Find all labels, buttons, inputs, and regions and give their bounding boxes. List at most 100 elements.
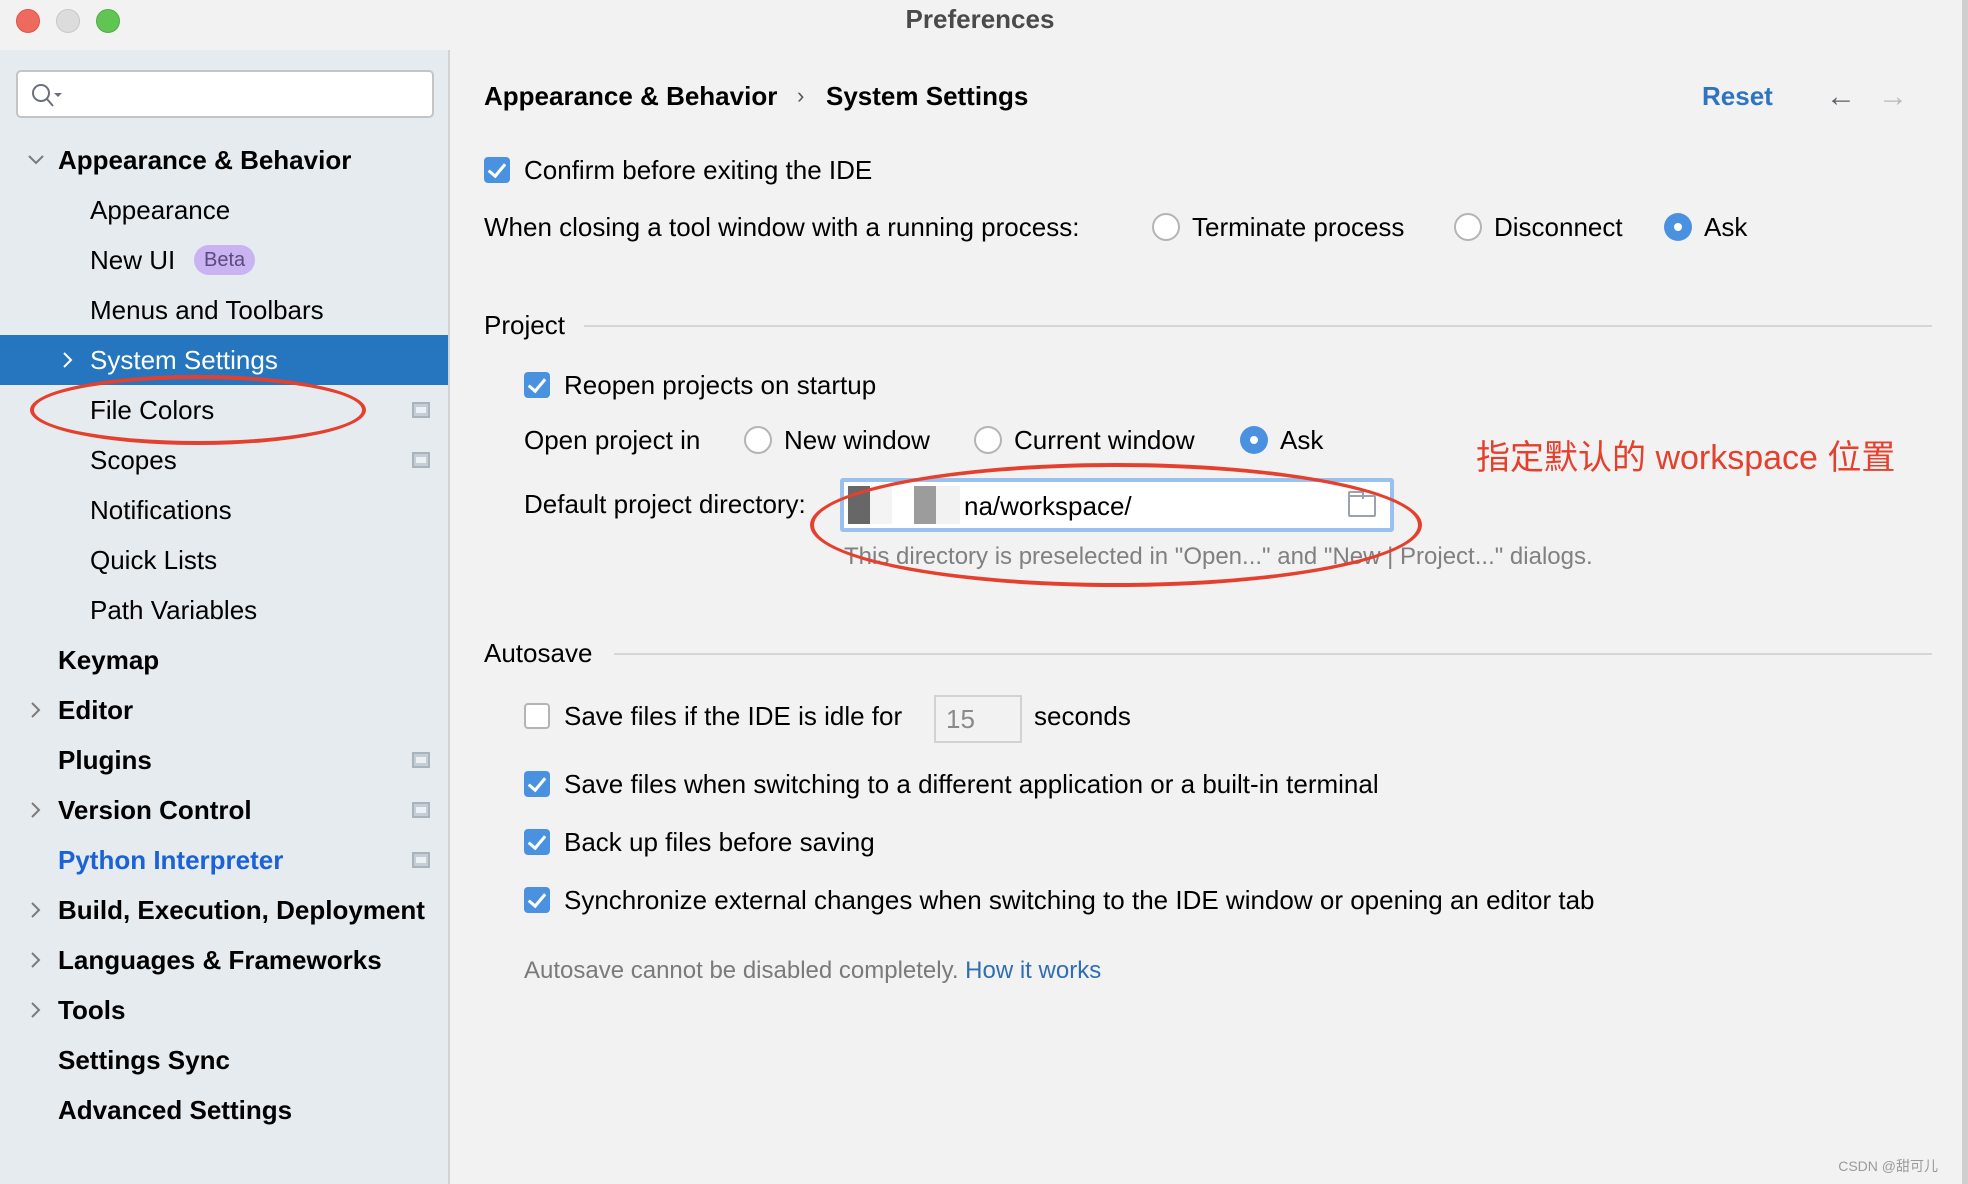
sidebar-item-label: Path Variables (90, 595, 258, 625)
reopen-projects-checkbox[interactable] (524, 372, 550, 398)
reset-button[interactable]: Reset (1702, 78, 1773, 114)
beta-badge: Beta (194, 245, 256, 275)
sidebar-item-notifications[interactable]: Notifications (0, 485, 448, 535)
chevron-right-icon[interactable] (26, 800, 46, 820)
terminate-process-label: Terminate process (1192, 212, 1405, 242)
title-bar: Preferences (0, 0, 1968, 50)
ask-radio[interactable] (1664, 213, 1692, 241)
chevron-right-icon[interactable] (26, 1000, 46, 1020)
save-switching-checkbox[interactable] (524, 771, 550, 797)
sidebar-item-label: Settings Sync (58, 1045, 230, 1075)
sidebar-item-keymap[interactable]: Keymap (0, 635, 448, 685)
sidebar-item-label: Appearance & Behavior (58, 145, 352, 175)
disconnect-label: Disconnect (1494, 212, 1623, 242)
sidebar-item-new-ui[interactable]: New UI Beta (0, 235, 448, 285)
sidebar-item-label: Languages & Frameworks (58, 945, 382, 975)
project-level-icon (412, 402, 430, 418)
sidebar-item-advanced-settings[interactable]: Advanced Settings (0, 1085, 448, 1135)
new-window-radio[interactable] (744, 426, 772, 454)
sidebar-item-path-variables[interactable]: Path Variables (0, 585, 448, 635)
breadcrumb-current: System Settings (826, 81, 1029, 111)
sidebar-item-label: Version Control (58, 795, 252, 825)
open-ask-radio[interactable] (1240, 426, 1268, 454)
chevron-right-icon[interactable] (26, 950, 46, 970)
watermark: CSDN @甜可儿 (1838, 1158, 1938, 1174)
sync-external-checkbox[interactable] (524, 887, 550, 913)
chevron-right-icon[interactable] (26, 900, 46, 920)
disconnect-radio[interactable] (1454, 213, 1482, 241)
breadcrumb-parent[interactable]: Appearance & Behavior (484, 78, 777, 114)
idle-seconds-input[interactable]: 15 (934, 695, 1022, 743)
closing-tool-window-label: When closing a tool window with a runnin… (484, 212, 1080, 242)
project-level-icon (412, 852, 430, 868)
settings-sidebar: Appearance & Behavior Appearance New UI Bet… (0, 50, 450, 1184)
chevron-down-icon[interactable] (26, 150, 46, 170)
save-switching-label: Save files when switching to a different… (564, 769, 1379, 799)
default-directory-input[interactable]: na/workspace/ (840, 478, 1394, 532)
seconds-label: seconds (1034, 701, 1131, 731)
sidebar-item-label: File Colors (90, 395, 215, 425)
save-idle-checkbox[interactable] (524, 703, 550, 729)
sidebar-item-plugins[interactable]: Plugins (0, 735, 448, 785)
sidebar-item-label: Scopes (90, 445, 177, 475)
sidebar-item-label: System Settings (90, 345, 278, 375)
sidebar-item-label: Editor (58, 695, 134, 725)
open-project-in-label: Open project in (524, 425, 701, 455)
terminate-process-radio[interactable] (1152, 213, 1180, 241)
default-directory-hint: This directory is preselected in "Open..… (844, 543, 1593, 570)
chevron-right-icon[interactable] (26, 700, 46, 720)
sidebar-item-system-settings[interactable]: System Settings (0, 335, 448, 385)
sidebar-item-python-interpreter[interactable]: Python Interpreter (0, 835, 448, 885)
sidebar-item-label: Appearance (90, 195, 231, 225)
sidebar-item-quick-lists[interactable]: Quick Lists (0, 535, 448, 585)
forward-arrow-icon[interactable]: → (1878, 82, 1908, 112)
autosave-section-title: Autosave (484, 638, 593, 668)
sidebar-item-label: Build, Execution, Deployment (58, 895, 425, 925)
backup-checkbox[interactable] (524, 829, 550, 855)
sidebar-item-label: Keymap (58, 645, 160, 675)
breadcrumb-separator: › (797, 83, 805, 108)
project-level-icon (412, 802, 430, 818)
sidebar-item-appearance[interactable]: Appearance (0, 185, 448, 235)
project-section-divider (584, 325, 1932, 327)
sidebar-item-menus-and-toolbars[interactable]: Menus and Toolbars (0, 285, 448, 335)
sidebar-item-settings-sync[interactable]: Settings Sync (0, 1035, 448, 1085)
confirm-exit-checkbox[interactable] (484, 157, 510, 183)
window-title: Preferences (905, 4, 1055, 34)
sidebar-item-label: Quick Lists (90, 545, 218, 575)
default-directory-value: na/workspace/ (964, 491, 1132, 521)
default-directory-label: Default project directory: (524, 489, 806, 519)
sidebar-item-appearance-behavior[interactable]: Appearance & Behavior (0, 135, 448, 185)
autosave-footnote-text: Autosave cannot be disabled completely. (524, 957, 959, 984)
current-window-radio[interactable] (974, 426, 1002, 454)
sidebar-item-languages-frameworks[interactable]: Languages & Frameworks (0, 935, 448, 985)
folder-icon[interactable] (1348, 491, 1376, 517)
back-arrow-icon[interactable]: ← (1826, 82, 1856, 112)
sidebar-item-scopes[interactable]: Scopes (0, 435, 448, 485)
sidebar-item-label: Notifications (90, 495, 232, 525)
sidebar-item-label: New UI (90, 245, 176, 275)
window-edge (1962, 0, 1968, 1184)
chevron-right-icon[interactable] (58, 350, 78, 370)
autosave-footnote: Autosave cannot be disabled completely. … (524, 954, 1101, 988)
sync-external-label: Synchronize external changes when switch… (564, 885, 1595, 915)
sidebar-item-editor[interactable]: Editor (0, 685, 448, 735)
sidebar-item-tools[interactable]: Tools (0, 985, 448, 1035)
sidebar-item-label: Tools (58, 995, 126, 1025)
sidebar-item-label: Menus and Toolbars (90, 295, 324, 325)
sidebar-item-label: Plugins (58, 745, 152, 775)
how-it-works-link[interactable]: How it works (965, 957, 1101, 984)
new-window-label: New window (784, 425, 930, 455)
reopen-projects-label: Reopen projects on startup (564, 370, 877, 400)
project-level-icon (412, 452, 430, 468)
search-icon (32, 84, 62, 107)
sidebar-item-build-execution-deployment[interactable]: Build, Execution, Deployment (0, 885, 448, 935)
open-ask-label: Ask (1280, 425, 1324, 455)
sidebar-item-label: Python Interpreter (58, 845, 284, 875)
redacted-path-mask (848, 486, 960, 524)
sidebar-item-version-control[interactable]: Version Control (0, 785, 448, 835)
search-input[interactable] (16, 70, 434, 118)
sidebar-item-file-colors[interactable]: File Colors (0, 385, 448, 435)
annotation-text: 指定默认的 workspace 位置 (1476, 439, 1896, 477)
sidebar-item-label: Advanced Settings (58, 1095, 293, 1125)
